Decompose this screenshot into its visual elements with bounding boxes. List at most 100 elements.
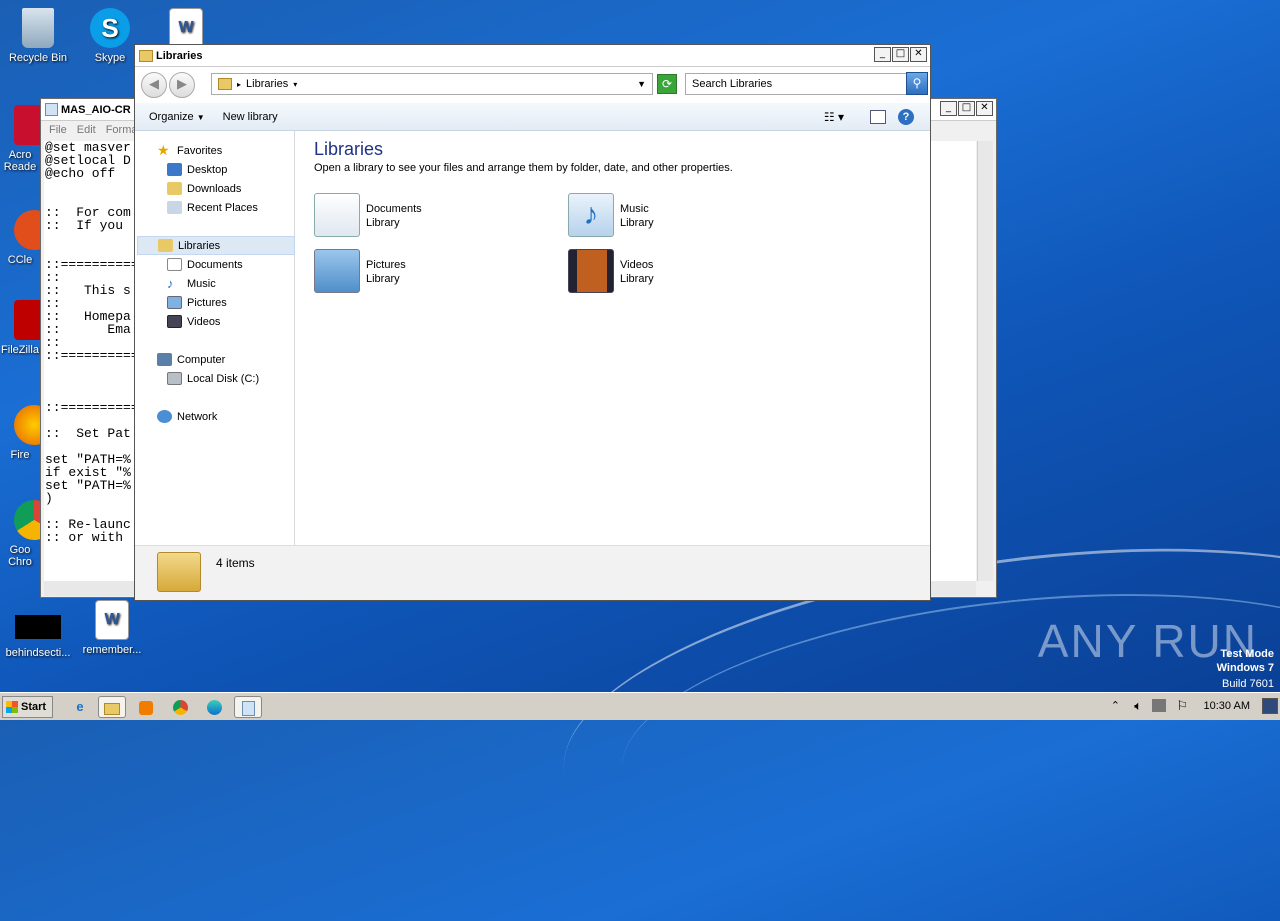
desktop-icon-acrobat[interactable]: Acro Reade [0, 105, 40, 173]
library-documents[interactable]: Documents Library [314, 193, 422, 237]
star-icon: ★ [157, 142, 170, 158]
desktop-icon-filezilla[interactable]: FileZilla [0, 300, 40, 356]
hard-disk-icon [167, 372, 182, 385]
recent-places-icon [167, 201, 182, 214]
desktop-icon-label: Acro Reade [3, 149, 37, 173]
desktop-icon-label: Recycle Bin [8, 52, 68, 64]
maximize-button[interactable]: □ [892, 47, 909, 62]
desktop-icon-label: Fire [10, 449, 30, 461]
nav-item-libraries[interactable]: Libraries [137, 236, 295, 255]
volume-icon[interactable]: 🔈︎ [1134, 698, 1142, 714]
menu-file[interactable]: File [49, 124, 67, 136]
show-desktop-button[interactable] [1262, 698, 1278, 714]
back-button[interactable]: ◀ [141, 72, 167, 98]
notepad-title: MAS_AIO-CR [61, 103, 131, 116]
taskbar-edge-icon[interactable] [200, 696, 228, 718]
refresh-button[interactable]: ⟳ [657, 74, 677, 94]
item-count: 4 items [216, 556, 255, 570]
taskbar-media-player-icon[interactable] [132, 696, 160, 718]
library-videos[interactable]: Videos Library [568, 249, 654, 293]
videos-library-icon [568, 249, 614, 293]
word-document-icon: W [169, 8, 203, 48]
word-document-icon: W [95, 600, 129, 640]
content-pane: Libraries Open a library to see your fil… [297, 131, 930, 545]
window-controls: _ □ ✕ [874, 47, 927, 62]
downloads-icon [167, 182, 182, 195]
explorer-title: Libraries [156, 49, 203, 62]
desktop-icon-label: behindsecti... [5, 647, 71, 659]
desktop-icon-label: remember... [82, 644, 142, 656]
desktop-icon-behindsecti[interactable]: behindsecti... [0, 615, 76, 659]
page-subtitle: Open a library to see your files and arr… [314, 162, 733, 174]
file-icon [15, 615, 61, 639]
test-mode-label: Test Mode [1220, 648, 1274, 660]
library-music[interactable]: ♪ Music Library [568, 193, 654, 237]
desktop-icon-label: Goo Chro [8, 544, 32, 568]
desktop-icon-label: FileZilla [1, 344, 39, 356]
windows-logo-icon [6, 701, 18, 713]
clock[interactable]: 10:30 AM [1204, 700, 1250, 712]
search-input[interactable]: Search Libraries [685, 73, 908, 95]
desktop-icon-recycle-bin[interactable]: Recycle Bin [0, 8, 76, 64]
explorer-titlebar[interactable]: Libraries [135, 45, 930, 67]
close-button[interactable]: ✕ [976, 101, 993, 116]
tray-expand-icon[interactable]: ⌃ [1111, 699, 1120, 712]
filezilla-icon [14, 300, 40, 340]
library-pictures[interactable]: Pictures Library [314, 249, 406, 293]
libraries-icon [158, 239, 173, 252]
start-button[interactable]: Start [2, 696, 53, 718]
desktop-icon-firefox[interactable]: Fire [0, 405, 40, 461]
address-bar[interactable]: ▸ Libraries ▾ ▼ [211, 73, 653, 95]
desktop-icon-label: CCle [7, 254, 33, 266]
network-icon [157, 410, 172, 423]
taskbar-notepad-icon[interactable] [234, 696, 262, 718]
close-button[interactable]: ✕ [910, 47, 927, 62]
explorer-window[interactable]: Libraries _ □ ✕ ◀ ▶ ▸ Libraries ▾ ▼ ⟳ Se… [134, 44, 931, 601]
music-icon: ♪ [167, 276, 174, 291]
libraries-icon [218, 78, 232, 90]
view-options-icon[interactable]: ☷ ▾ [824, 110, 844, 124]
desktop-icon-label: Skype [94, 52, 126, 64]
vertical-scrollbar[interactable] [977, 141, 993, 581]
preview-pane-icon[interactable] [870, 109, 886, 124]
desktop-icon-remember[interactable]: W remember... [74, 600, 150, 656]
notepad-icon [45, 103, 58, 116]
nav-item-network[interactable]: Network [157, 407, 315, 426]
help-icon[interactable]: ? [898, 108, 914, 125]
action-center-flag-icon[interactable]: ⚐ [1176, 698, 1188, 714]
chevron-right-icon[interactable]: ▸ [237, 80, 241, 89]
menu-edit[interactable]: Edit [77, 124, 96, 136]
navigation-row: ◀ ▶ ▸ Libraries ▾ ▼ ⟳ Search Libraries ⚲ [135, 69, 930, 101]
desktop-icon [167, 163, 182, 176]
build-label: Build 7601 [1222, 678, 1274, 690]
libraries-icon [139, 49, 153, 62]
search-button[interactable]: ⚲ [906, 72, 928, 95]
computer-icon [157, 353, 172, 366]
taskbar-ie-icon[interactable]: e [66, 696, 94, 718]
nav-item-computer[interactable]: Computer [157, 350, 315, 369]
desktop-icon-chrome[interactable]: Goo Chro [0, 500, 40, 568]
videos-icon [167, 315, 182, 328]
recycle-bin-icon [22, 8, 54, 48]
address-dropdown-icon[interactable]: ▼ [637, 79, 646, 89]
acrobat-icon [14, 105, 40, 145]
forward-button[interactable]: ▶ [169, 72, 195, 98]
minimize-button[interactable]: _ [940, 101, 957, 116]
menu-format[interactable]: Forma [106, 124, 138, 136]
maximize-button[interactable]: □ [958, 101, 975, 116]
nav-item-favorites[interactable]: ★ Favorites [157, 141, 315, 160]
window-controls: _ □ ✕ [940, 101, 993, 116]
nav-buttons: ◀ ▶ [141, 72, 195, 98]
new-library-button[interactable]: New library [223, 111, 278, 123]
minimize-button[interactable]: _ [874, 47, 891, 62]
taskbar-chrome-icon[interactable] [166, 696, 194, 718]
desktop-icon-ccleaner[interactable]: CCle [0, 210, 40, 266]
organize-button[interactable]: Organize ▼ [149, 111, 205, 123]
ccleaner-icon [14, 210, 40, 250]
documents-library-icon [314, 193, 360, 237]
address-text: Libraries [246, 78, 289, 90]
search-icon: ⚲ [912, 76, 922, 90]
network-tray-icon[interactable] [1152, 699, 1166, 712]
chevron-down-icon[interactable]: ▾ [293, 80, 297, 89]
taskbar-explorer-icon[interactable] [98, 696, 126, 718]
